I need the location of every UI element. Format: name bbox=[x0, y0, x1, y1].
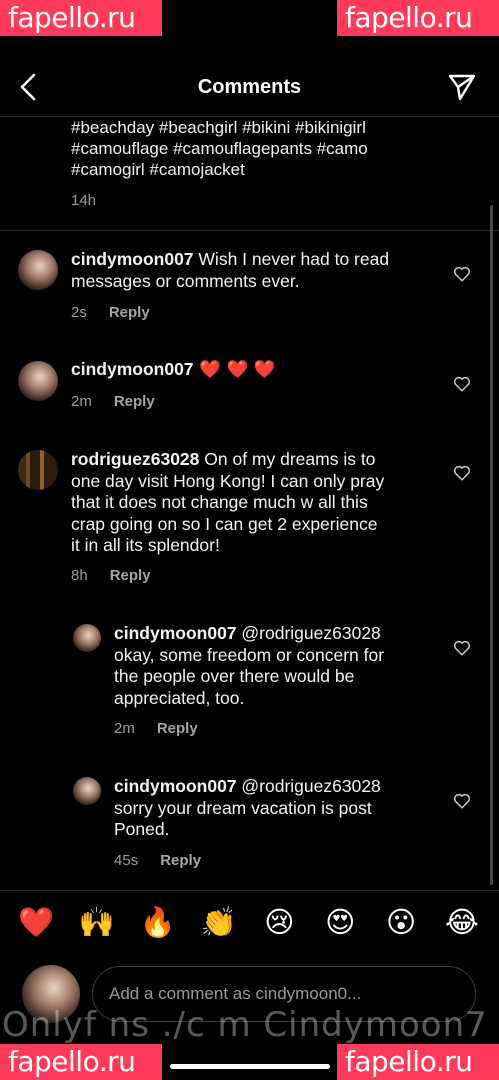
heart-icon[interactable] bbox=[453, 265, 471, 283]
avatar[interactable] bbox=[18, 250, 58, 290]
caption-line: #beachday #beachgirl #bikini #bikinigirl bbox=[71, 118, 366, 137]
emoji-crying[interactable]: 😢 bbox=[257, 905, 301, 941]
watermark-bottom-left: fapello.ru bbox=[0, 1044, 162, 1080]
avatar[interactable] bbox=[18, 450, 58, 490]
heart-icon[interactable] bbox=[453, 792, 471, 810]
reply-button[interactable]: Reply bbox=[160, 852, 201, 869]
comment-username[interactable]: rodriguez63028 bbox=[71, 449, 199, 469]
reply-button[interactable]: Reply bbox=[109, 304, 150, 321]
avatar[interactable] bbox=[73, 624, 101, 652]
comment-username[interactable]: cindymoon007 bbox=[71, 359, 194, 379]
heart-icon[interactable] bbox=[453, 464, 471, 482]
emoji-raised-hands[interactable]: 🙌 bbox=[75, 905, 119, 941]
comment-meta: 8h Reply bbox=[71, 567, 151, 584]
heart-icon[interactable] bbox=[453, 375, 471, 393]
emoji-reaction-bar: ❤️ 🙌 🔥 👏 😢 😍 😮 😂 bbox=[14, 905, 484, 941]
emoji-surprised[interactable]: 😮 bbox=[379, 905, 423, 941]
heart-icon[interactable] bbox=[453, 639, 471, 657]
comment-text: cindymoon007 ❤️ ❤️ ❤️ bbox=[71, 359, 276, 380]
caption-timestamp: 14h bbox=[71, 192, 97, 209]
comment-time: 2s bbox=[71, 304, 87, 321]
emoji-clap[interactable]: 👏 bbox=[197, 905, 241, 941]
comment-username[interactable]: cindymoon007 bbox=[114, 776, 237, 796]
caption-line: #camouflage #camouflagepants #camo bbox=[71, 139, 368, 158]
caption-line: #camogirl #camojacket bbox=[71, 160, 245, 179]
reply-button[interactable]: Reply bbox=[110, 567, 151, 584]
watermark-bottom-right: fapello.ru bbox=[337, 1044, 499, 1080]
comment-username[interactable]: cindymoon007 bbox=[71, 249, 194, 269]
watermark-overlay-text: Onlyf ns ./c m Cindymoon7 bbox=[2, 1005, 488, 1045]
comment-time: 2m bbox=[71, 393, 92, 410]
divider bbox=[0, 230, 499, 231]
comment-text: cindymoon007 Wish I never had to read me… bbox=[71, 249, 390, 291]
reply-button[interactable]: Reply bbox=[114, 393, 155, 410]
comment-time: 2m bbox=[114, 720, 135, 737]
emoji-heart[interactable]: ❤️ bbox=[14, 905, 58, 941]
emoji-fire[interactable]: 🔥 bbox=[136, 905, 180, 941]
comment-meta: 2s Reply bbox=[71, 304, 150, 321]
page-title: Comments bbox=[197, 76, 302, 98]
reply-text: cindymoon007 @rodriguez63028 sorry your … bbox=[114, 776, 381, 839]
avatar[interactable] bbox=[18, 361, 58, 401]
reply-text: cindymoon007 @rodriguez63028 okay, some … bbox=[114, 623, 385, 708]
watermark-top-right: fapello.ru bbox=[337, 0, 499, 36]
comment-meta: 45s Reply bbox=[114, 852, 201, 869]
paper-plane-icon[interactable] bbox=[447, 72, 477, 102]
comment-username[interactable]: cindymoon007 bbox=[114, 623, 237, 643]
comment-meta: 2m Reply bbox=[114, 720, 198, 737]
divider bbox=[0, 890, 499, 891]
emoji-laughing[interactable]: 😂 bbox=[440, 905, 484, 941]
watermark-top-left: fapello.ru bbox=[0, 0, 162, 36]
scrollbar[interactable] bbox=[490, 205, 493, 885]
post-caption: #beachday #beachgirl #bikini #bikinigirl… bbox=[71, 117, 451, 180]
header: Comments bbox=[0, 60, 499, 116]
avatar[interactable] bbox=[73, 777, 101, 805]
comment-text: rodriguez63028 On of my dreams is to one… bbox=[71, 449, 385, 555]
comment-time: 45s bbox=[114, 852, 139, 869]
comment-meta: 2m Reply bbox=[71, 393, 155, 410]
emoji-heart-eyes[interactable]: 😍 bbox=[318, 905, 362, 941]
home-indicator[interactable] bbox=[170, 1064, 330, 1069]
reply-button[interactable]: Reply bbox=[157, 720, 198, 737]
comment-time: 8h bbox=[71, 567, 88, 584]
